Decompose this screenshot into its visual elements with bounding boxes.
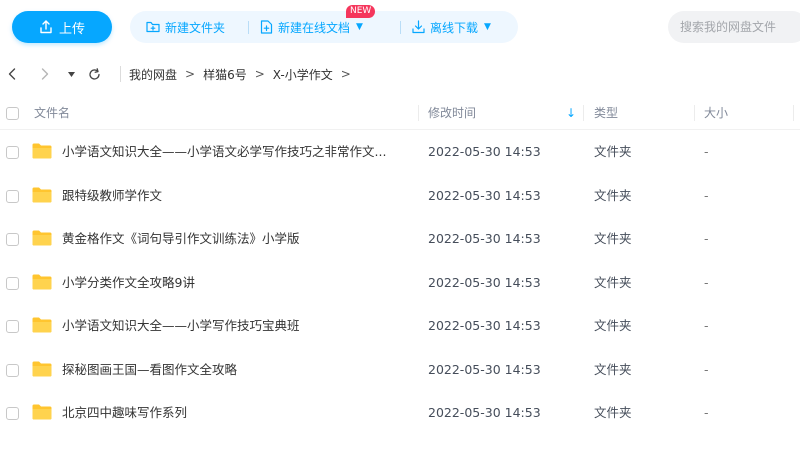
offline-download-button[interactable]: 离线下载 ▼ <box>412 11 491 43</box>
caret-down-icon: ▼ <box>484 22 491 32</box>
modified-time: 2022-05-30 14:53 <box>428 144 541 159</box>
file-size: - <box>704 275 709 290</box>
breadcrumb: 我的网盘 > 样猫6号 > X-小学作文 > <box>129 62 353 86</box>
history-dropdown-button[interactable] <box>66 65 76 83</box>
folder-icon <box>32 143 52 159</box>
file-type: 文件夹 <box>594 188 632 203</box>
file-table-header: 文件名 修改时间 ↓ 类型 大小 <box>0 97 800 130</box>
file-type: 文件夹 <box>594 144 632 159</box>
file-size: - <box>704 188 709 203</box>
new-folder-icon <box>146 21 160 33</box>
folder-icon <box>32 361 52 377</box>
new-folder-label: 新建文件夹 <box>165 20 226 35</box>
file-size: - <box>704 144 709 159</box>
caret-down-icon: ▼ <box>356 22 363 32</box>
file-name[interactable]: 北京四中趣味写作系列 <box>62 391 402 434</box>
column-header-name[interactable]: 文件名 <box>34 97 70 129</box>
file-size: - <box>704 405 709 420</box>
breadcrumb-separator: > <box>185 67 196 81</box>
upload-button[interactable]: 上传 <box>12 11 112 43</box>
new-online-doc-label: 新建在线文档 <box>278 20 351 35</box>
file-type: 文件夹 <box>594 275 632 290</box>
file-name[interactable]: 小学分类作文全攻略9讲 <box>62 261 402 304</box>
toolbar: 上传 新建文件夹 新建在线文档 ▼ 离线下载 ▼ NEW 搜索我的网盘文件 <box>0 0 800 54</box>
upload-label: 上传 <box>58 21 85 37</box>
modified-time: 2022-05-30 14:53 <box>428 275 541 290</box>
modified-time: 2022-05-30 14:53 <box>428 405 541 420</box>
file-size: - <box>704 231 709 246</box>
table-row[interactable]: 探秘图画王国—看图作文全攻略 2022-05-30 14:53 文件夹 - <box>0 348 800 391</box>
nav-divider <box>120 66 121 82</box>
row-checkbox[interactable] <box>6 277 19 290</box>
select-all-checkbox[interactable] <box>6 107 19 120</box>
table-row[interactable]: 小学语文知识大全——小学写作技巧宝典班 2022-05-30 14:53 文件夹… <box>0 304 800 347</box>
table-row[interactable]: 跟特级教师学作文 2022-05-30 14:53 文件夹 - <box>0 174 800 217</box>
search-input[interactable] <box>668 11 800 43</box>
refresh-icon <box>88 67 100 80</box>
new-folder-button[interactable]: 新建文件夹 <box>146 11 225 43</box>
modified-time: 2022-05-30 14:53 <box>428 318 541 333</box>
column-divider <box>418 105 419 121</box>
modified-time: 2022-05-30 14:53 <box>428 362 541 377</box>
toolbar-divider <box>400 21 401 34</box>
breadcrumb-separator: > <box>254 67 265 81</box>
toolbar-divider <box>248 21 249 34</box>
folder-icon <box>32 230 52 246</box>
table-row[interactable]: 小学语文知识大全——小学语文必学写作技巧之非常作文... 2022-05-30 … <box>0 130 800 173</box>
breadcrumb-item[interactable]: 样猫6号 <box>203 66 247 83</box>
folder-icon <box>32 317 52 333</box>
toolbar-action-group: 新建文件夹 新建在线文档 ▼ 离线下载 ▼ <box>130 11 518 43</box>
column-header-size[interactable]: 大小 <box>704 97 728 129</box>
new-badge: NEW <box>346 5 376 18</box>
file-name[interactable]: 小学语文知识大全——小学语文必学写作技巧之非常作文... <box>62 130 402 173</box>
row-checkbox[interactable] <box>6 364 19 377</box>
sort-descending-icon[interactable]: ↓ <box>566 97 576 129</box>
column-divider <box>694 105 695 121</box>
file-type: 文件夹 <box>594 318 632 333</box>
refresh-button[interactable] <box>87 65 101 83</box>
table-row[interactable]: 北京四中趣味写作系列 2022-05-30 14:53 文件夹 - <box>0 391 800 434</box>
forward-button[interactable] <box>39 65 51 83</box>
offline-download-label: 离线下载 <box>430 20 479 35</box>
modified-time: 2022-05-30 14:53 <box>428 188 541 203</box>
row-checkbox[interactable] <box>6 320 19 333</box>
new-doc-icon <box>260 20 273 34</box>
file-type: 文件夹 <box>594 362 632 377</box>
file-name[interactable]: 黄金格作文《词句导引作文训练法》小学版 <box>62 217 402 260</box>
file-type: 文件夹 <box>594 405 632 420</box>
navigation-bar: 我的网盘 > 样猫6号 > X-小学作文 > <box>0 62 800 86</box>
breadcrumb-separator: > <box>340 67 351 81</box>
row-checkbox[interactable] <box>6 190 19 203</box>
row-checkbox[interactable] <box>6 146 19 159</box>
file-name[interactable]: 探秘图画王国—看图作文全攻略 <box>62 348 402 391</box>
modified-time: 2022-05-30 14:53 <box>428 231 541 246</box>
triangle-down-icon <box>67 71 75 77</box>
file-size: - <box>704 362 709 377</box>
file-type: 文件夹 <box>594 231 632 246</box>
file-size: - <box>704 318 709 333</box>
row-checkbox[interactable] <box>6 233 19 246</box>
table-row[interactable]: 小学分类作文全攻略9讲 2022-05-30 14:53 文件夹 - <box>0 261 800 304</box>
breadcrumb-item-current[interactable]: X-小学作文 <box>273 66 333 83</box>
table-row[interactable]: 黄金格作文《词句导引作文训练法》小学版 2022-05-30 14:53 文件夹… <box>0 217 800 260</box>
breadcrumb-item[interactable]: 我的网盘 <box>129 66 177 83</box>
column-header-modified[interactable]: 修改时间 <box>428 97 476 129</box>
folder-icon <box>32 404 52 420</box>
chevron-left-icon <box>8 68 16 80</box>
row-checkbox[interactable] <box>6 407 19 420</box>
folder-icon <box>32 187 52 203</box>
folder-icon <box>32 274 52 290</box>
file-name[interactable]: 小学语文知识大全——小学写作技巧宝典班 <box>62 304 402 347</box>
column-header-type[interactable]: 类型 <box>594 97 618 129</box>
back-button[interactable] <box>6 65 18 83</box>
column-divider <box>793 105 794 121</box>
chevron-right-icon <box>41 68 49 80</box>
upload-icon <box>40 20 52 34</box>
column-divider <box>583 105 584 121</box>
download-icon <box>412 20 425 34</box>
file-name[interactable]: 跟特级教师学作文 <box>62 174 402 217</box>
